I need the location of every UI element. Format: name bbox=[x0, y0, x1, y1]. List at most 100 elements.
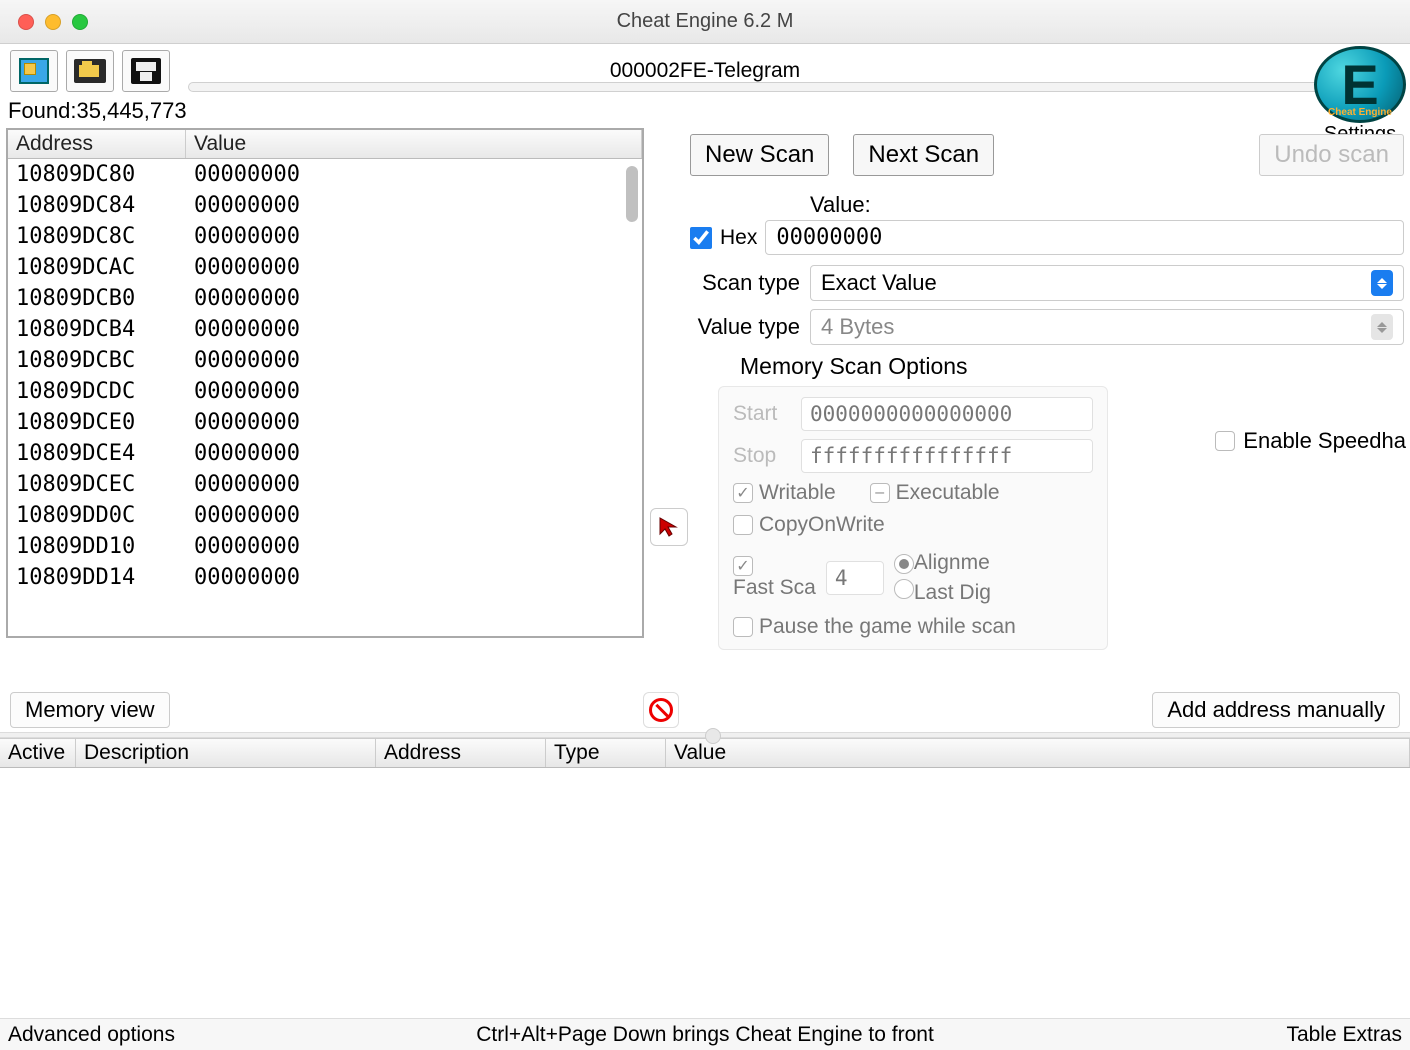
result-address: 10809DCAC bbox=[16, 252, 194, 283]
fast-scan-label: Fast Sca bbox=[733, 576, 816, 599]
results-col-address[interactable]: Address bbox=[8, 130, 186, 158]
status-bar: Advanced options Ctrl+Alt+Page Down brin… bbox=[0, 1018, 1410, 1050]
results-row[interactable]: 10809DCE000000000 bbox=[8, 407, 642, 438]
results-header: Address Value bbox=[8, 130, 642, 159]
results-row[interactable]: 10809DC8000000000 bbox=[8, 159, 642, 190]
results-row[interactable]: 10809DC8C00000000 bbox=[8, 221, 642, 252]
hex-label: Hex bbox=[720, 226, 757, 250]
fast-scan-checkbox[interactable]: ✓Fast Sca bbox=[733, 556, 816, 600]
scan-progress-bar bbox=[188, 82, 1390, 92]
memory-view-button[interactable]: Memory view bbox=[10, 692, 170, 728]
result-value: 00000000 bbox=[194, 469, 300, 500]
scan-controls-pane: New Scan Next Scan Undo scan Value: Hex … bbox=[650, 128, 1410, 688]
result-address: 10809DD14 bbox=[16, 562, 194, 593]
results-row[interactable]: 10809DCBC00000000 bbox=[8, 345, 642, 376]
mscan-start-input[interactable] bbox=[801, 397, 1093, 431]
speedhack-label: Enable Speedha bbox=[1243, 428, 1406, 454]
scan-buttons: New Scan Next Scan Undo scan bbox=[690, 134, 1404, 176]
mscan-start-label: Start bbox=[733, 402, 787, 426]
result-value: 00000000 bbox=[194, 314, 300, 345]
middle-actions: Memory view Add address manually bbox=[0, 688, 1410, 732]
scan-value-input[interactable] bbox=[765, 220, 1404, 255]
scan-type-label: Scan type bbox=[690, 270, 800, 296]
hex-checkbox[interactable] bbox=[690, 227, 712, 249]
speedhack-checkbox[interactable] bbox=[1215, 431, 1235, 451]
results-scrollbar[interactable] bbox=[626, 166, 638, 222]
result-address: 10809DCE0 bbox=[16, 407, 194, 438]
found-prefix: Found: bbox=[8, 98, 77, 123]
new-scan-button[interactable]: New Scan bbox=[690, 134, 829, 176]
no-entry-icon bbox=[649, 698, 673, 722]
result-value: 00000000 bbox=[194, 438, 300, 469]
undo-scan-button: Undo scan bbox=[1259, 134, 1404, 176]
alignment-radio[interactable]: Alignme bbox=[894, 551, 991, 575]
result-address: 10809DCBC bbox=[16, 345, 194, 376]
result-address: 10809DD10 bbox=[16, 531, 194, 562]
result-value: 00000000 bbox=[194, 283, 300, 314]
copyonwrite-checkbox[interactable]: CopyOnWrite bbox=[733, 513, 885, 537]
pause-game-checkbox[interactable]: Pause the game while scan bbox=[733, 615, 1016, 639]
last-digits-radio[interactable]: Last Dig bbox=[894, 579, 991, 605]
result-address: 10809DC84 bbox=[16, 190, 194, 221]
writable-checkbox[interactable]: ✓Writable bbox=[733, 481, 836, 505]
col-description[interactable]: Description bbox=[76, 739, 376, 767]
executable-checkbox[interactable]: –Executable bbox=[870, 481, 1000, 505]
mscan-stop-label: Stop bbox=[733, 444, 787, 468]
result-value: 00000000 bbox=[194, 345, 300, 376]
results-row[interactable]: 10809DCB000000000 bbox=[8, 283, 642, 314]
target-picker-button[interactable] bbox=[650, 508, 688, 546]
hex-value-row: Hex bbox=[690, 220, 1404, 255]
titlebar: Cheat Engine 6.2 M bbox=[0, 0, 1410, 44]
chevron-updown-icon bbox=[1371, 270, 1393, 296]
result-address: 10809DC80 bbox=[16, 159, 194, 190]
col-value[interactable]: Value bbox=[666, 739, 1410, 767]
results-row[interactable]: 10809DC8400000000 bbox=[8, 190, 642, 221]
attached-process-label: 000002FE-Telegram bbox=[0, 59, 1410, 83]
pause-game-label: Pause the game while scan bbox=[759, 615, 1016, 639]
memory-scan-options-title: Memory Scan Options bbox=[740, 353, 1404, 380]
col-type[interactable]: Type bbox=[546, 739, 666, 767]
next-scan-button[interactable]: Next Scan bbox=[853, 134, 994, 176]
table-extras-link[interactable]: Table Extras bbox=[1286, 1023, 1402, 1047]
value-type-row: Value type 4 Bytes bbox=[690, 309, 1404, 345]
value-type-value: 4 Bytes bbox=[821, 314, 894, 340]
results-body[interactable]: 10809DC800000000010809DC840000000010809D… bbox=[8, 159, 642, 637]
results-row[interactable]: 10809DCE400000000 bbox=[8, 438, 642, 469]
result-address: 10809DCB4 bbox=[16, 314, 194, 345]
results-row[interactable]: 10809DCEC00000000 bbox=[8, 469, 642, 500]
results-row[interactable]: 10809DD1400000000 bbox=[8, 562, 642, 593]
result-value: 00000000 bbox=[194, 531, 300, 562]
toolbar: 000002FE-Telegram bbox=[0, 44, 1410, 98]
result-value: 00000000 bbox=[194, 221, 300, 252]
clear-list-button[interactable] bbox=[643, 692, 679, 728]
results-col-value[interactable]: Value bbox=[186, 130, 642, 158]
chevron-updown-icon bbox=[1371, 314, 1393, 340]
result-value: 00000000 bbox=[194, 190, 300, 221]
found-value: 35,445,773 bbox=[77, 98, 187, 123]
mscan-stop-input[interactable] bbox=[801, 439, 1093, 473]
fast-scan-row: ✓Fast Sca Alignme Last Dig bbox=[733, 551, 1093, 605]
cheat-engine-logo-icon[interactable]: E Cheat Engine bbox=[1314, 46, 1406, 123]
col-address[interactable]: Address bbox=[376, 739, 546, 767]
logo-brand: Cheat Engine bbox=[1328, 107, 1392, 118]
found-count: Found:35,445,773 bbox=[0, 98, 1410, 128]
results-table: Address Value 10809DC800000000010809DC84… bbox=[6, 128, 644, 638]
last-digits-label: Last Dig bbox=[914, 581, 991, 604]
results-row[interactable]: 10809DCB400000000 bbox=[8, 314, 642, 345]
value-type-select[interactable]: 4 Bytes bbox=[810, 309, 1404, 345]
scan-type-select[interactable]: Exact Value bbox=[810, 265, 1404, 301]
add-address-manually-button[interactable]: Add address manually bbox=[1152, 692, 1400, 728]
result-value: 00000000 bbox=[194, 407, 300, 438]
results-row[interactable]: 10809DCAC00000000 bbox=[8, 252, 642, 283]
result-value: 00000000 bbox=[194, 500, 300, 531]
cheat-table-body[interactable] bbox=[0, 768, 1410, 1028]
results-row[interactable]: 10809DD0C00000000 bbox=[8, 500, 642, 531]
results-row[interactable]: 10809DCDC00000000 bbox=[8, 376, 642, 407]
results-pane: Address Value 10809DC800000000010809DC84… bbox=[0, 128, 650, 688]
fast-scan-value-input[interactable] bbox=[826, 561, 884, 595]
results-row[interactable]: 10809DD1000000000 bbox=[8, 531, 642, 562]
horizontal-splitter[interactable] bbox=[0, 732, 1410, 738]
copyonwrite-label: CopyOnWrite bbox=[759, 513, 885, 537]
alignment-label: Alignme bbox=[914, 551, 990, 574]
col-active[interactable]: Active bbox=[0, 739, 76, 767]
